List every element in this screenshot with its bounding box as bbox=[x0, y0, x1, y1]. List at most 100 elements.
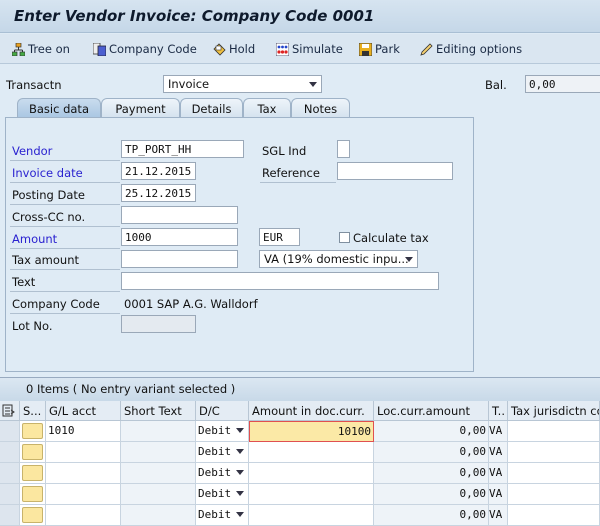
cross-cc-label: Cross-CC no. bbox=[12, 210, 86, 224]
amount-field[interactable]: 1000 bbox=[121, 228, 238, 246]
save-icon bbox=[359, 42, 372, 56]
status-indicator bbox=[22, 444, 43, 460]
status-indicator bbox=[22, 486, 43, 502]
dc-select[interactable]: Debit bbox=[196, 484, 249, 505]
amount-doc-cell[interactable] bbox=[249, 442, 374, 463]
sgl-ind-label: SGL Ind bbox=[262, 144, 307, 158]
table-settings-icon bbox=[2, 404, 15, 417]
company-code-label: Company Code bbox=[12, 297, 100, 311]
tax-jurisdiction-cell[interactable] bbox=[508, 463, 600, 484]
invoice-date-label: Invoice date bbox=[12, 166, 83, 180]
grid-title: 0 Items ( No entry variant selected ) bbox=[0, 378, 600, 401]
calculate-tax-checkbox[interactable] bbox=[339, 232, 350, 243]
cross-cc-field[interactable] bbox=[121, 206, 238, 224]
simulate-icon bbox=[276, 42, 289, 56]
company-code-value: 0001 SAP A.G. Walldorf bbox=[124, 297, 258, 311]
dc-select[interactable]: Debit bbox=[196, 505, 249, 526]
dc-select[interactable]: Debit bbox=[196, 421, 249, 442]
amount-doc-cell[interactable]: 10100 bbox=[249, 421, 374, 442]
company-code-icon bbox=[93, 42, 106, 56]
row-selector[interactable] bbox=[0, 421, 20, 442]
tree-icon bbox=[12, 42, 25, 56]
vendor-label: Vendor bbox=[12, 144, 53, 158]
column-header-loc-amount[interactable]: Loc.curr.amount bbox=[374, 401, 489, 421]
short-text-cell bbox=[121, 505, 196, 526]
loc-amount-cell: 0,00 bbox=[374, 484, 489, 505]
tab-payment[interactable]: Payment bbox=[101, 98, 180, 118]
short-text-cell bbox=[121, 421, 196, 442]
status-cell[interactable] bbox=[20, 463, 46, 484]
chevron-down-icon bbox=[236, 428, 244, 433]
status-cell[interactable] bbox=[20, 484, 46, 505]
row-selector[interactable] bbox=[0, 463, 20, 484]
balance-label: Bal. bbox=[485, 78, 507, 92]
chevron-down-icon bbox=[309, 82, 317, 87]
row-selector[interactable] bbox=[0, 442, 20, 463]
chevron-down-icon bbox=[405, 257, 413, 262]
hold-button[interactable]: Hold bbox=[213, 42, 255, 56]
currency-field[interactable]: EUR bbox=[259, 228, 300, 246]
posting-date-label: Posting Date bbox=[12, 188, 85, 202]
sgl-ind-field[interactable] bbox=[337, 140, 350, 158]
column-header-dc[interactable]: D/C bbox=[196, 401, 249, 421]
tax-code-cell[interactable]: VA bbox=[489, 505, 508, 526]
amount-label: Amount bbox=[12, 232, 58, 246]
dc-select[interactable]: Debit bbox=[196, 463, 249, 484]
gl-acct-cell[interactable] bbox=[46, 505, 121, 526]
gl-acct-cell[interactable]: 1010 bbox=[46, 421, 121, 442]
chevron-down-icon bbox=[236, 491, 244, 496]
column-header-tax[interactable]: T.. bbox=[489, 401, 508, 421]
tree-on-button[interactable]: Tree on bbox=[12, 42, 70, 56]
status-indicator bbox=[22, 507, 43, 523]
park-button[interactable]: Park bbox=[359, 42, 400, 56]
column-header-gl-acct[interactable]: G/L acct bbox=[46, 401, 121, 421]
tab-details[interactable]: Details bbox=[180, 98, 243, 118]
transaction-select[interactable]: Invoice bbox=[163, 75, 322, 93]
tax-code-cell[interactable]: VA bbox=[489, 421, 508, 442]
gl-acct-cell[interactable] bbox=[46, 463, 121, 484]
editing-options-button[interactable]: Editing options bbox=[420, 42, 522, 56]
lot-no-label: Lot No. bbox=[12, 319, 53, 333]
tab-notes[interactable]: Notes bbox=[291, 98, 350, 118]
column-header-short-text[interactable]: Short Text bbox=[121, 401, 196, 421]
company-code-button[interactable]: Company Code bbox=[93, 42, 197, 56]
status-cell[interactable] bbox=[20, 442, 46, 463]
tax-code-cell[interactable]: VA bbox=[489, 484, 508, 505]
loc-amount-cell: 0,00 bbox=[374, 505, 489, 526]
dc-select[interactable]: Debit bbox=[196, 442, 249, 463]
vendor-field[interactable]: TP_PORT_HH bbox=[121, 140, 244, 158]
status-cell[interactable] bbox=[20, 421, 46, 442]
short-text-cell bbox=[121, 484, 196, 505]
row-selector[interactable] bbox=[0, 484, 20, 505]
tax-code-select[interactable]: VA (19% domestic inpu... bbox=[259, 250, 418, 268]
reference-field[interactable] bbox=[337, 162, 453, 180]
tax-jurisdiction-cell[interactable] bbox=[508, 484, 600, 505]
invoice-date-field[interactable]: 21.12.2015 bbox=[121, 162, 196, 180]
tax-jurisdiction-cell[interactable] bbox=[508, 421, 600, 442]
column-settings-button[interactable] bbox=[0, 401, 20, 421]
column-header-status[interactable]: S... bbox=[20, 401, 46, 421]
tax-code-cell[interactable]: VA bbox=[489, 463, 508, 484]
amount-doc-cell[interactable] bbox=[249, 463, 374, 484]
row-selector[interactable] bbox=[0, 505, 20, 526]
posting-date-field[interactable]: 25.12.2015 bbox=[121, 184, 196, 202]
lot-no-field bbox=[121, 315, 196, 333]
gl-acct-cell[interactable] bbox=[46, 442, 121, 463]
text-field[interactable] bbox=[121, 272, 439, 290]
tax-jurisdiction-cell[interactable] bbox=[508, 505, 600, 526]
status-cell[interactable] bbox=[20, 505, 46, 526]
tab-tax[interactable]: Tax bbox=[243, 98, 291, 118]
simulate-button[interactable]: Simulate bbox=[276, 42, 343, 56]
application-toolbar: Tree on Company Code Hold Simulate Park … bbox=[0, 34, 600, 64]
column-header-tax-jurisdiction[interactable]: Tax jurisdictn co bbox=[508, 401, 600, 421]
amount-doc-cell[interactable] bbox=[249, 505, 374, 526]
tax-code-cell[interactable]: VA bbox=[489, 442, 508, 463]
tax-amount-field[interactable] bbox=[121, 250, 238, 268]
tax-amount-label: Tax amount bbox=[12, 253, 80, 267]
gl-acct-cell[interactable] bbox=[46, 484, 121, 505]
tab-basic-data[interactable]: Basic data bbox=[17, 98, 101, 118]
amount-doc-cell[interactable] bbox=[249, 484, 374, 505]
column-header-amount-doc[interactable]: Amount in doc.curr. bbox=[249, 401, 374, 421]
tax-jurisdiction-cell[interactable] bbox=[508, 442, 600, 463]
reference-label: Reference bbox=[262, 166, 320, 180]
